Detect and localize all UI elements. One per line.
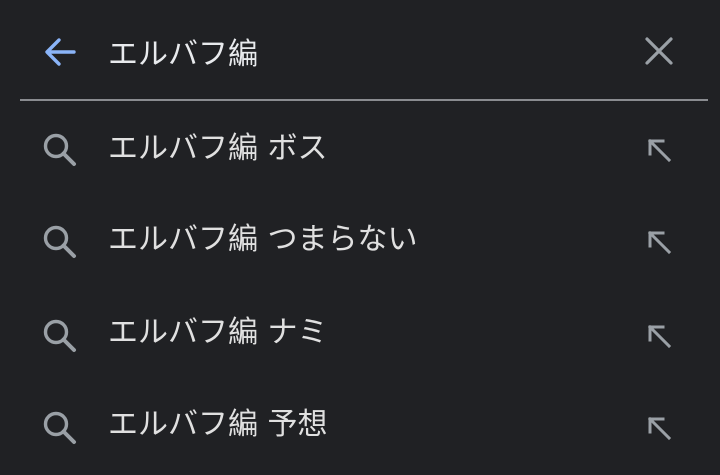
suggestion-item[interactable]: エルバフ編 ボス — [0, 101, 720, 196]
search-bar — [0, 0, 720, 100]
suggestion-item[interactable]: エルバフ編 つまらない — [0, 196, 720, 291]
search-input[interactable] — [108, 26, 608, 76]
suggestion-text: エルバフ編 予想 — [108, 407, 328, 442]
suggestion-text: エルバフ編 つまらない — [108, 222, 418, 257]
arrow-left-icon — [45, 38, 76, 66]
suggestion-text: エルバフ編 ボス — [108, 131, 328, 166]
arrow-up-left-icon[interactable] — [636, 127, 682, 173]
search-icon — [38, 314, 82, 358]
suggestion-text: エルバフ編 ナミ — [108, 315, 328, 350]
suggestion-list: エルバフ編 ボス エルバフ編 つまらない エルバフ編 ナミ エルバフ編 予想 — [0, 101, 720, 475]
search-screen: エルバフ編 ボス エルバフ編 つまらない — [0, 0, 720, 475]
back-button[interactable] — [38, 30, 82, 74]
search-icon — [38, 220, 82, 264]
arrow-up-left-icon[interactable] — [636, 405, 682, 451]
search-icon — [38, 406, 82, 450]
search-icon — [38, 128, 82, 172]
clear-button[interactable] — [636, 28, 682, 74]
suggestion-item[interactable]: エルバフ編 ナミ — [0, 291, 720, 386]
close-icon — [645, 37, 673, 65]
arrow-up-left-icon[interactable] — [636, 313, 682, 359]
arrow-up-left-icon[interactable] — [636, 219, 682, 265]
suggestion-item[interactable]: エルバフ編 予想 — [0, 386, 720, 475]
